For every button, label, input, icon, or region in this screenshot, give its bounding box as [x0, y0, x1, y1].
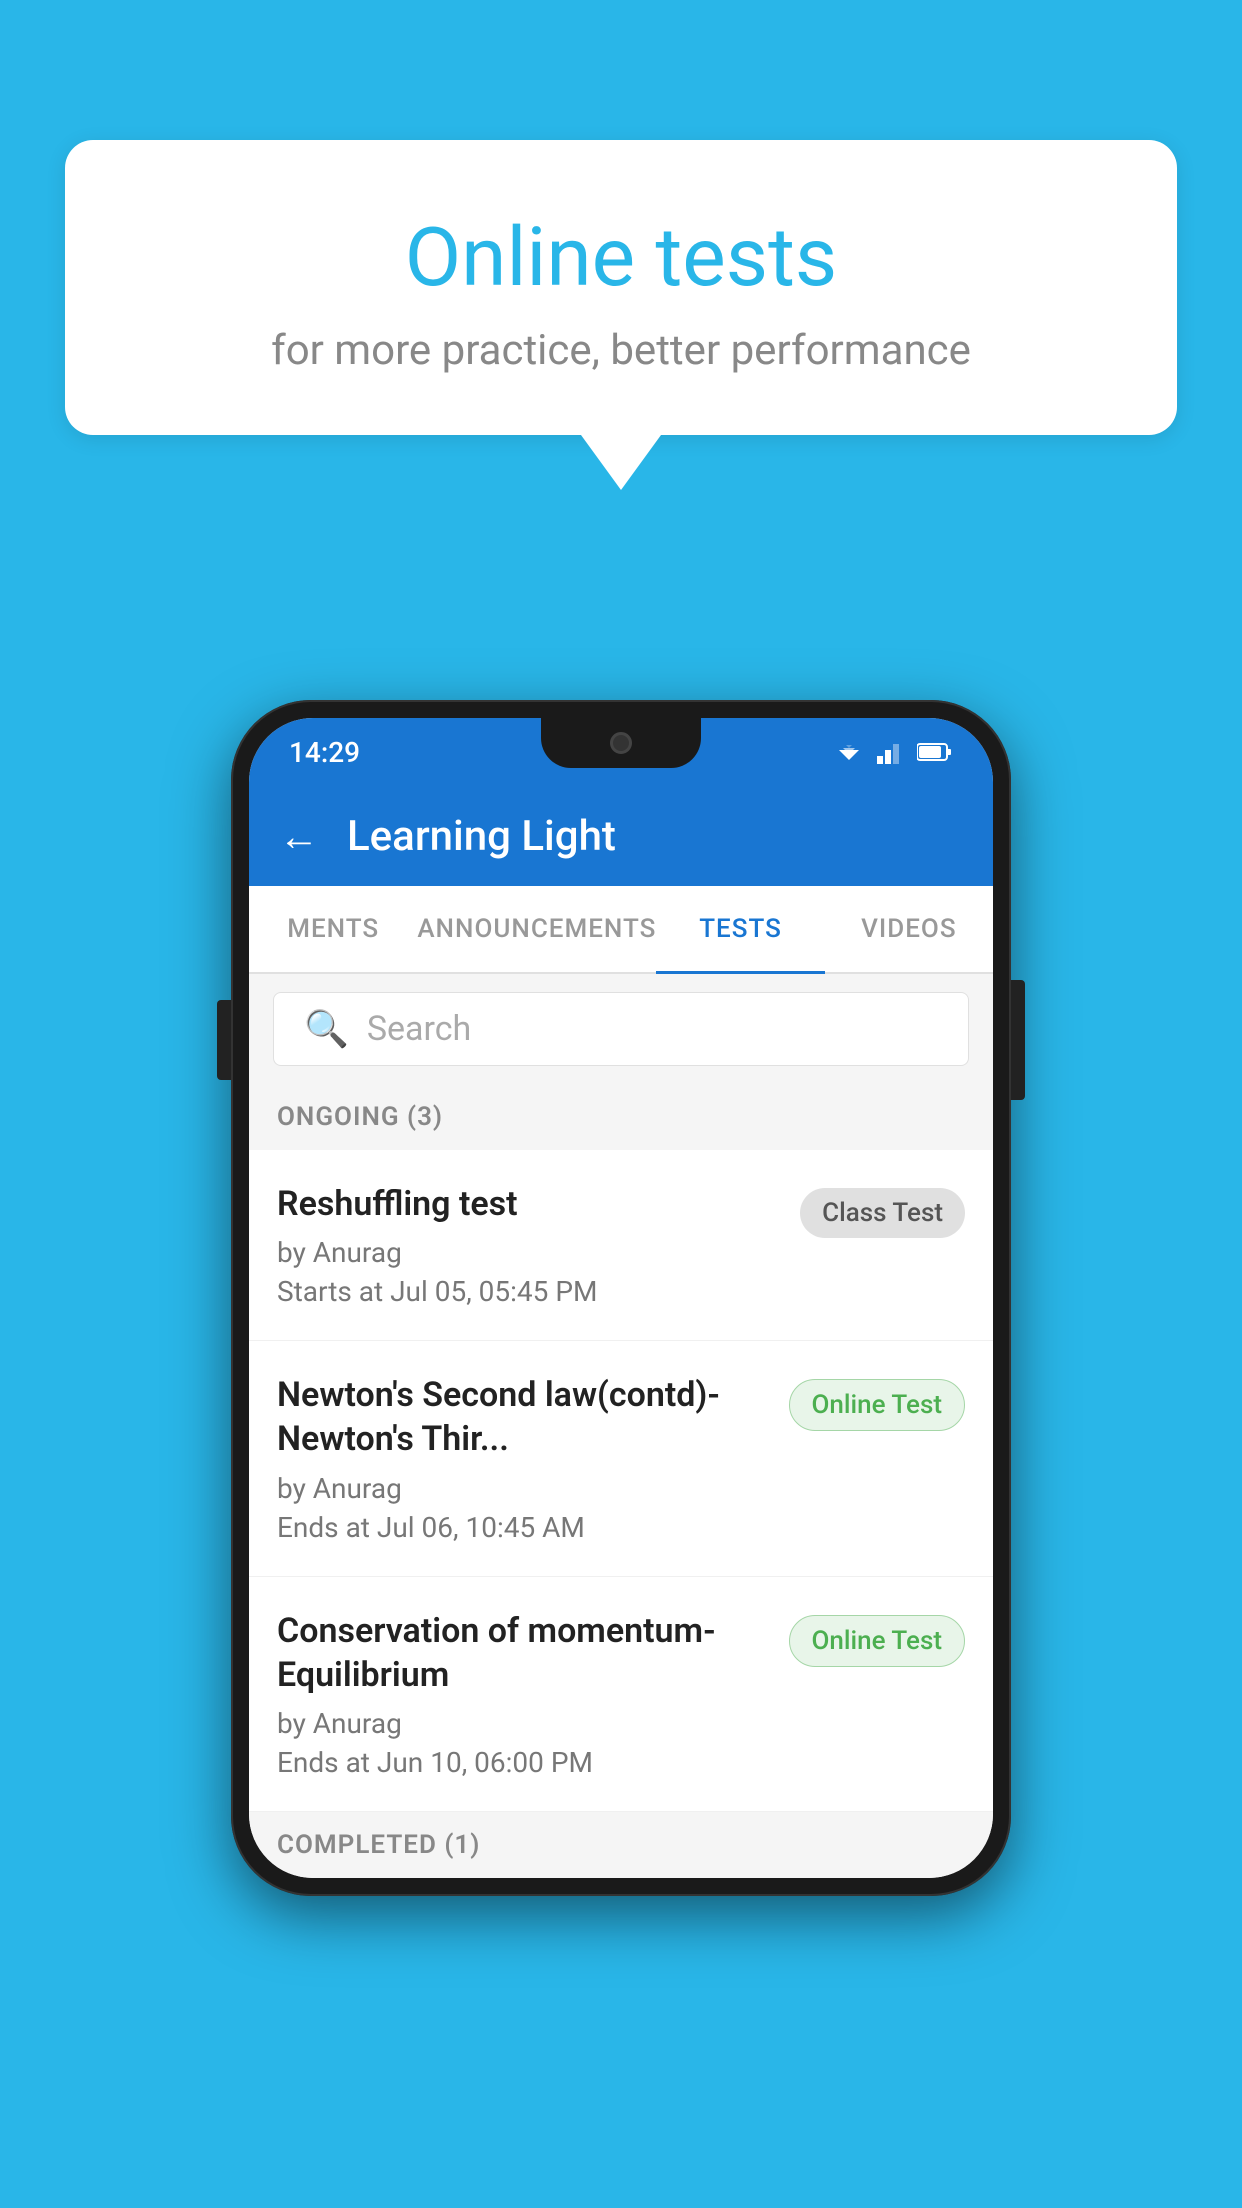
- badge-online-test-3: Online Test: [789, 1615, 966, 1667]
- test-author-2: by Anurag: [277, 1472, 769, 1505]
- app-bar: ← Learning Light: [249, 786, 993, 886]
- search-input[interactable]: Search: [367, 1009, 471, 1049]
- tab-bar: MENTS ANNOUNCEMENTS TESTS VIDEOS: [249, 886, 993, 974]
- badge-online-test-2: Online Test: [789, 1379, 966, 1431]
- test-info-2: Newton's Second law(contd)-Newton's Thir…: [277, 1373, 789, 1543]
- status-icons: [833, 740, 953, 764]
- tab-ments[interactable]: MENTS: [249, 886, 417, 972]
- test-time-3: Ends at Jun 10, 06:00 PM: [277, 1746, 769, 1779]
- speech-bubble-tail: [581, 435, 661, 490]
- test-list: Reshuffling test by Anurag Starts at Jul…: [249, 1150, 993, 1812]
- test-author-1: by Anurag: [277, 1236, 780, 1269]
- test-item-3[interactable]: Conservation of momentum-Equilibrium by …: [249, 1577, 993, 1812]
- camera-icon: [610, 732, 632, 754]
- notch: [541, 718, 701, 768]
- back-button[interactable]: ←: [279, 813, 319, 860]
- speech-bubble-subtitle: for more practice, better performance: [125, 326, 1117, 375]
- test-info-1: Reshuffling test by Anurag Starts at Jul…: [277, 1182, 800, 1308]
- phone-screen: 14:29: [249, 718, 993, 1878]
- test-info-3: Conservation of momentum-Equilibrium by …: [277, 1609, 789, 1779]
- wifi-icon: [833, 740, 865, 764]
- speech-bubble: Online tests for more practice, better p…: [65, 140, 1177, 435]
- test-name-2: Newton's Second law(contd)-Newton's Thir…: [277, 1373, 769, 1461]
- completed-title: COMPLETED (1): [277, 1830, 480, 1860]
- completed-section-header: COMPLETED (1): [249, 1812, 993, 1878]
- test-name-3: Conservation of momentum-Equilibrium: [277, 1609, 769, 1697]
- badge-class-test-1: Class Test: [800, 1188, 965, 1238]
- app-bar-title: Learning Light: [347, 812, 616, 861]
- battery-icon: [917, 742, 953, 762]
- phone-container: 14:29: [231, 700, 1011, 1896]
- tab-announcements[interactable]: ANNOUNCEMENTS: [417, 886, 656, 972]
- speech-bubble-container: Online tests for more practice, better p…: [65, 140, 1177, 490]
- test-time-2: Ends at Jul 06, 10:45 AM: [277, 1511, 769, 1544]
- signal-icon: [877, 740, 905, 764]
- speech-bubble-title: Online tests: [125, 210, 1117, 306]
- ongoing-title: ONGOING (3): [277, 1102, 443, 1132]
- phone-outer: 14:29: [231, 700, 1011, 1896]
- test-item-1[interactable]: Reshuffling test by Anurag Starts at Jul…: [249, 1150, 993, 1341]
- test-time-1: Starts at Jul 05, 05:45 PM: [277, 1275, 780, 1308]
- test-author-3: by Anurag: [277, 1707, 769, 1740]
- status-bar: 14:29: [249, 718, 993, 786]
- test-name-1: Reshuffling test: [277, 1182, 780, 1226]
- tab-tests[interactable]: TESTS: [656, 886, 824, 972]
- search-bar[interactable]: 🔍 Search: [273, 992, 969, 1066]
- ongoing-section-header: ONGOING (3): [249, 1084, 993, 1150]
- tab-videos[interactable]: VIDEOS: [825, 886, 993, 972]
- test-item-2[interactable]: Newton's Second law(contd)-Newton's Thir…: [249, 1341, 993, 1576]
- search-icon: 🔍: [304, 1008, 349, 1050]
- status-time: 14:29: [289, 736, 360, 769]
- search-bar-container: 🔍 Search: [249, 974, 993, 1084]
